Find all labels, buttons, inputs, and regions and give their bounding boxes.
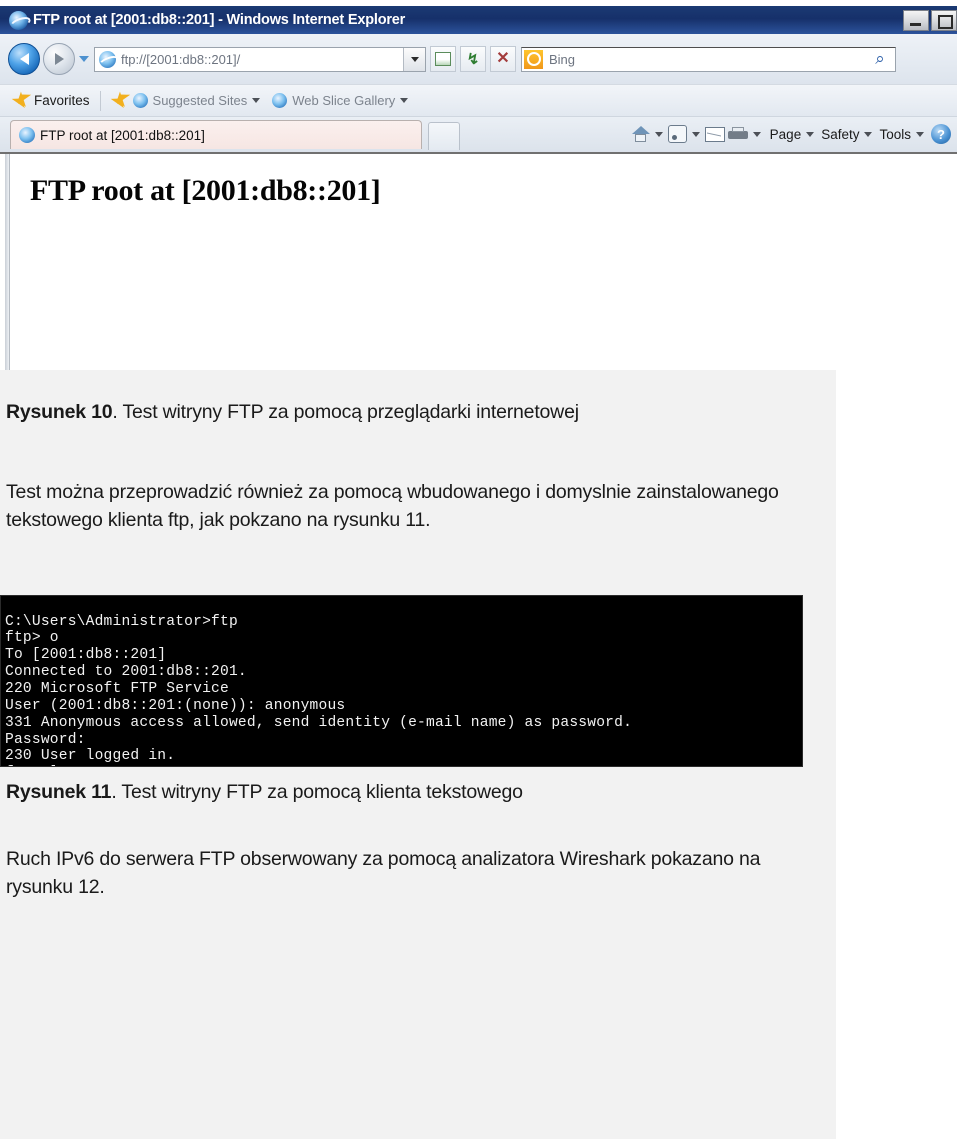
document-content-band: Rysunek 10. Test witryny FTP za pomocą p… [0, 370, 836, 1139]
refresh-icon: ↯ [466, 50, 480, 68]
favorites-item-suggested-sites[interactable]: Suggested Sites [132, 93, 261, 108]
rss-feed-icon [667, 125, 687, 143]
back-arrow-icon [19, 53, 29, 65]
chevron-down-icon [916, 131, 924, 137]
restore-icon [938, 15, 953, 29]
home-button[interactable] [631, 122, 650, 146]
address-input[interactable]: ftp://[2001:db8::201]/ [121, 52, 403, 67]
minimize-icon [910, 23, 921, 26]
forward-button[interactable] [43, 43, 75, 75]
printer-icon [727, 126, 748, 142]
window-title-text: FTP root at [2001:db8::201] - Windows In… [33, 12, 406, 28]
tools-menu[interactable]: Tools [879, 127, 924, 142]
window-controls [903, 10, 957, 31]
add-to-favorites-icon[interactable] [110, 93, 127, 108]
search-button[interactable]: ⌕ [865, 46, 895, 72]
tools-menu-label: Tools [879, 126, 911, 142]
figure-11-caption-text: . Test witryny FTP za pomocą klienta tek… [111, 781, 523, 803]
tab-label: FTP root at [2001:db8::201] [40, 127, 205, 143]
chevron-down-icon[interactable] [752, 131, 761, 137]
page-menu-label: Page [769, 126, 802, 142]
figure-10-label: Rysunek 10 [6, 401, 113, 423]
command-bar: Page Safety Tools ? [631, 122, 951, 146]
chevron-down-icon [252, 98, 261, 103]
favorites-item-label: Web Slice Gallery [292, 93, 396, 108]
page-title: FTP root at [2001:db8::201] [30, 174, 381, 207]
search-input[interactable]: Bing [549, 52, 575, 67]
recent-pages-button[interactable] [75, 44, 92, 74]
forward-arrow-icon [54, 53, 64, 65]
feeds-button[interactable] [667, 122, 687, 146]
minimize-button[interactable] [903, 10, 929, 31]
figure-10-caption-text: . Test witryny FTP za pomocą przeglądark… [112, 401, 579, 423]
figure-11-caption: Rysunek 11. Test witryny FTP za pomocą k… [6, 778, 816, 806]
chevron-down-icon [78, 56, 89, 62]
restore-button[interactable] [931, 10, 957, 31]
star-icon [11, 93, 29, 108]
bing-icon [524, 49, 543, 69]
figure-10-caption: Rysunek 10. Test witryny FTP za pomocą p… [6, 398, 816, 426]
chevron-down-icon [806, 131, 815, 137]
chevron-down-icon [864, 131, 873, 137]
safety-menu[interactable]: Safety [821, 126, 873, 142]
chevron-down-icon[interactable] [691, 131, 700, 137]
figure-11-label: Rysunek 11 [6, 781, 112, 803]
internet-explorer-icon [19, 127, 35, 143]
tab-ftp-root[interactable]: FTP root at [2001:db8::201] [10, 120, 422, 149]
chevron-down-icon [410, 56, 419, 62]
window-title-bar: FTP root at [2001:db8::201] - Windows In… [0, 6, 957, 34]
page-favicon-icon [99, 50, 116, 68]
address-dropdown-button[interactable] [403, 47, 425, 71]
home-icon [631, 126, 650, 142]
command-prompt-screenshot: C:\Users\Administrator>ftp ftp> o To [20… [0, 595, 803, 767]
page-viewport: FTP root at [2001:db8::201] 12/26/2011 0… [0, 152, 957, 370]
navigation-toolbar: ftp://[2001:db8::201]/ ↯ ✕ Bing ⌕ [0, 34, 957, 84]
favorites-item-label: Suggested Sites [152, 93, 248, 108]
viewport-left-frame [5, 154, 10, 370]
refresh-button[interactable]: ↯ [460, 46, 486, 72]
favorites-item-web-slice-gallery[interactable]: Web Slice Gallery [272, 93, 409, 108]
new-tab-button[interactable] [428, 122, 460, 150]
print-button[interactable] [727, 122, 748, 146]
safety-menu-label: Safety [821, 126, 860, 142]
internet-explorer-icon [272, 93, 288, 108]
close-icon: ✕ [496, 50, 510, 67]
internet-explorer-icon [132, 93, 148, 108]
internet-explorer-window-screenshot: FTP root at [2001:db8::201] - Windows In… [0, 6, 957, 370]
paragraph-2: Ruch IPv6 do serwera FTP obserwowany za … [6, 848, 761, 898]
chevron-down-icon[interactable] [654, 131, 663, 137]
search-box[interactable]: Bing ⌕ [521, 46, 896, 72]
favorites-bar: Favorites Suggested Sites Web Slice Gall… [0, 84, 957, 116]
stop-button[interactable]: ✕ [490, 46, 516, 72]
internet-explorer-icon [9, 10, 28, 30]
help-button[interactable]: ? [931, 124, 951, 144]
mail-icon [704, 126, 725, 142]
compatibility-view-icon [435, 52, 451, 66]
toolbar-divider [99, 90, 101, 111]
favorites-button[interactable]: Favorites [34, 93, 90, 108]
page-menu[interactable]: Page [770, 127, 815, 142]
address-bar[interactable]: ftp://[2001:db8::201]/ [94, 46, 426, 72]
back-button[interactable] [8, 43, 40, 75]
compatibility-view-button[interactable] [430, 46, 456, 72]
paragraph-1: Test można przeprowadzić również za pomo… [6, 481, 779, 531]
tab-bar: FTP root at [2001:db8::201] Page Safety … [0, 116, 957, 153]
console-transcript: C:\Users\Administrator>ftp ftp> o To [20… [5, 613, 633, 766]
chevron-down-icon [400, 98, 409, 103]
read-mail-button[interactable] [704, 122, 725, 146]
